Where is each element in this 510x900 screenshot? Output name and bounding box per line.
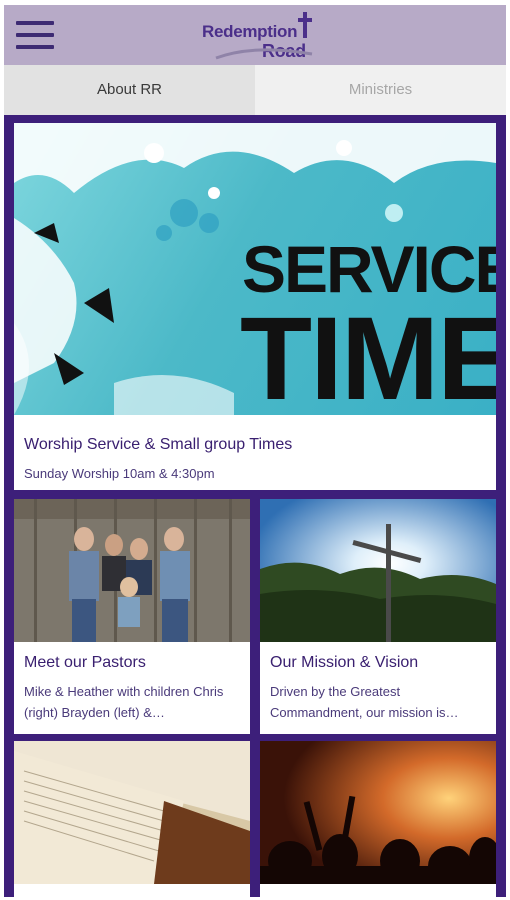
cross-icon — [298, 12, 312, 38]
app-bar: Redemption Road — [4, 5, 506, 65]
card-subtitle: Mike & Heather with children Chris (righ… — [24, 684, 224, 720]
redemption-road-logo: Redemption Road — [194, 10, 324, 62]
bible-photo — [14, 741, 250, 884]
card-subtitle: Sunday Worship 10am & 4:30pm — [24, 466, 215, 481]
times-text: TIMES — [240, 293, 496, 415]
card-title: Our Mission & Vision — [270, 654, 419, 671]
worship-card[interactable] — [260, 741, 496, 897]
card-title: Meet our Pastors — [24, 654, 146, 671]
bible-card[interactable] — [14, 741, 250, 897]
pastors-photo — [14, 499, 250, 642]
tab-about-rr[interactable]: About RR — [4, 65, 255, 115]
logo-swoosh — [215, 48, 313, 60]
app-screen: Redemption Road About RR Ministries SERV… — [4, 5, 506, 897]
mission-photo — [260, 499, 496, 642]
logo-line-1: Redemption — [202, 22, 298, 41]
service-times-image: SERVICE TIMES — [14, 123, 496, 415]
pastors-card[interactable]: Meet our Pastors Mike & Heather with chi… — [14, 499, 250, 734]
hamburger-menu-icon[interactable] — [16, 19, 56, 51]
tab-ministries[interactable]: Ministries — [255, 65, 506, 115]
content-grid: SERVICE TIMES Worship Service & Small gr… — [4, 115, 506, 897]
worship-photo — [260, 741, 496, 884]
mission-card[interactable]: Our Mission & Vision Driven by the Great… — [260, 499, 496, 734]
card-title: Worship Service & Small group Times — [24, 436, 293, 453]
card-subtitle: Driven by the Greatest Commandment, our … — [270, 684, 459, 720]
service-times-card[interactable]: SERVICE TIMES Worship Service & Small gr… — [14, 123, 496, 490]
tab-bar: About RR Ministries — [4, 65, 506, 115]
